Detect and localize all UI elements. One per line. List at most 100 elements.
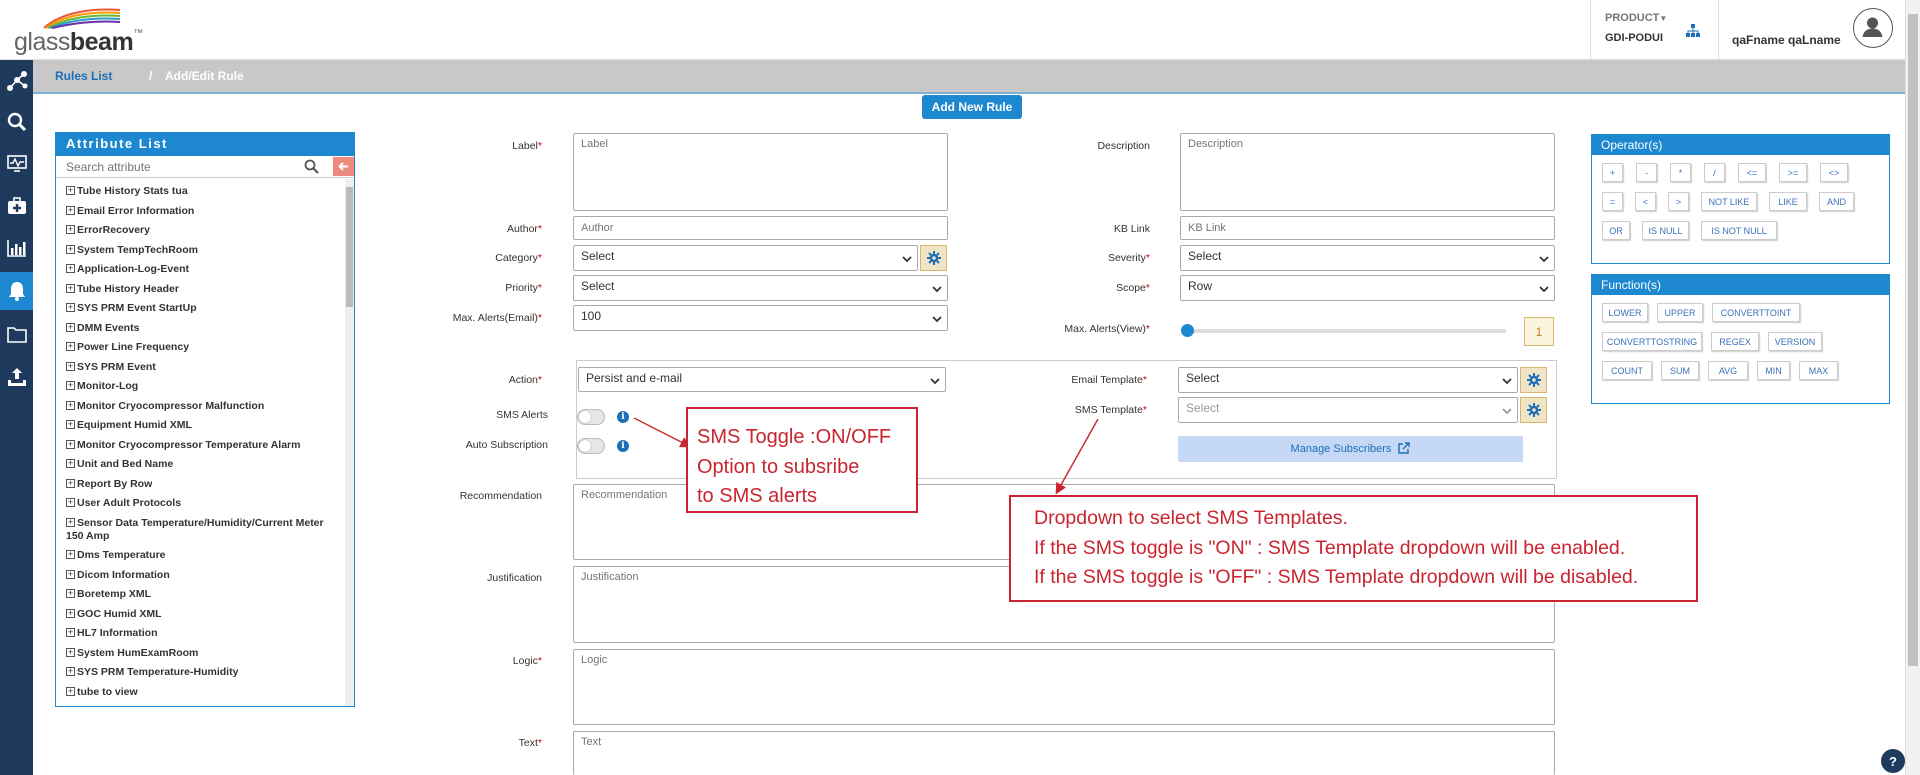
operator-button[interactable]: IS NULL <box>1642 221 1689 240</box>
attribute-list-item[interactable]: + GOC Humid XML <box>66 608 343 621</box>
expand-plus-icon[interactable]: + <box>66 459 75 468</box>
expand-plus-icon[interactable]: + <box>66 478 75 488</box>
expand-plus-icon[interactable]: + <box>66 550 75 559</box>
search-icon[interactable] <box>304 159 319 179</box>
text-textarea[interactable] <box>573 731 1555 775</box>
email-template-settings-gear-icon[interactable] <box>1520 367 1547 393</box>
expand-plus-icon[interactable]: + <box>66 439 75 449</box>
attribute-list-item[interactable]: + Sensor Data Temperature/Humidity/Curren… <box>66 517 343 543</box>
kb-link-input[interactable] <box>1180 216 1555 240</box>
expand-plus-icon[interactable]: + <box>66 420 75 429</box>
expand-plus-icon[interactable]: + <box>66 361 75 371</box>
operator-button[interactable]: OR <box>1602 221 1630 240</box>
operator-button[interactable]: <> <box>1820 163 1848 182</box>
function-button[interactable]: AVG <box>1708 361 1748 380</box>
logic-textarea[interactable] <box>573 649 1555 725</box>
attribute-list-item[interactable]: + tube to view <box>66 686 343 699</box>
attribute-list-item[interactable]: + SYS PRM Event <box>66 361 343 374</box>
operator-button[interactable]: - <box>1636 163 1657 182</box>
attribute-list-item[interactable]: + Power Line Frequency <box>66 341 343 354</box>
function-button[interactable]: VERSION <box>1768 332 1822 351</box>
operator-button[interactable]: NOT LIKE <box>1701 192 1757 211</box>
expand-plus-icon[interactable]: + <box>66 400 75 410</box>
expand-plus-icon[interactable]: + <box>66 303 75 312</box>
expand-plus-icon[interactable]: + <box>66 342 75 351</box>
operator-button[interactable]: / <box>1704 163 1725 182</box>
auto-subscription-info-icon[interactable]: i <box>617 440 629 452</box>
expand-plus-icon[interactable]: + <box>66 205 75 215</box>
attribute-list-item[interactable]: + Dicom Information <box>66 569 343 582</box>
function-button[interactable]: UPPER <box>1657 303 1703 322</box>
operator-button[interactable]: AND <box>1819 192 1854 211</box>
operator-button[interactable]: LIKE <box>1769 192 1807 211</box>
category-select[interactable]: Select <box>573 245 918 271</box>
sms-template-settings-gear-icon[interactable] <box>1520 397 1547 423</box>
attribute-list-item[interactable]: + Email Error Information <box>66 205 343 218</box>
bar-chart-icon[interactable] <box>0 229 33 267</box>
expand-plus-icon[interactable]: + <box>66 667 75 676</box>
network-icon[interactable] <box>0 62 33 100</box>
breadcrumb-rules-list-link[interactable]: Rules List <box>55 69 112 83</box>
attribute-list-item[interactable]: + Monitor Cryocompressor Malfunction <box>66 400 343 413</box>
operator-button[interactable]: <= <box>1738 163 1766 182</box>
attribute-search-input[interactable] <box>58 157 298 176</box>
attribute-list-item[interactable]: + Dms Temperature <box>66 549 343 562</box>
operator-button[interactable]: IS NOT NULL <box>1701 221 1777 240</box>
function-button[interactable]: CONVERTTOINT <box>1712 303 1800 322</box>
upload-icon[interactable] <box>0 358 33 396</box>
user-menu[interactable]: qaFname qaLname <box>1718 0 1905 60</box>
expand-plus-icon[interactable]: + <box>66 628 75 637</box>
attribute-list-item[interactable]: + SYS PRM Event StartUp <box>66 302 343 315</box>
expand-plus-icon[interactable]: + <box>66 569 75 579</box>
expand-plus-icon[interactable]: + <box>66 647 75 657</box>
sms-alerts-toggle[interactable] <box>577 409 605 425</box>
attribute-list-item[interactable]: + SYS PRM Temperature-Humidity <box>66 666 343 679</box>
scope-select[interactable]: Row <box>1180 275 1555 301</box>
add-new-rule-button[interactable]: Add New Rule <box>922 95 1022 119</box>
severity-select[interactable]: Select <box>1180 245 1555 271</box>
category-settings-gear-icon[interactable] <box>920 245 947 271</box>
function-button[interactable]: REGEX <box>1711 332 1759 351</box>
operator-button[interactable]: = <box>1602 192 1623 211</box>
attribute-list-item[interactable]: + Tube History Stats tua <box>66 185 343 198</box>
function-button[interactable]: CONVERTTOSTRING <box>1602 332 1702 351</box>
search-icon[interactable] <box>0 103 33 141</box>
attribute-list-item[interactable]: + Application-Log-Event <box>66 263 343 276</box>
email-template-select[interactable]: Select <box>1178 367 1518 393</box>
description-textarea[interactable] <box>1180 133 1555 211</box>
attribute-list-scrollbar[interactable] <box>345 179 354 706</box>
help-button[interactable]: ? <box>1881 749 1905 773</box>
function-button[interactable]: LOWER <box>1602 303 1648 322</box>
avatar[interactable] <box>1853 8 1893 48</box>
function-button[interactable]: MIN <box>1757 361 1790 380</box>
expand-plus-icon[interactable]: + <box>66 608 75 618</box>
function-button[interactable]: COUNT <box>1602 361 1652 380</box>
action-select[interactable]: Persist and e-mail <box>578 367 946 392</box>
attribute-list-item[interactable]: + System HumExamRoom <box>66 647 343 660</box>
attribute-list-item[interactable]: + User Adult Protocols <box>66 497 343 510</box>
expand-plus-icon[interactable]: + <box>66 686 75 696</box>
expand-plus-icon[interactable]: + <box>66 244 75 254</box>
bell-icon[interactable] <box>0 272 33 310</box>
expand-plus-icon[interactable]: + <box>66 517 75 527</box>
attribute-list-item[interactable]: + Report By Row <box>66 478 343 491</box>
author-input[interactable] <box>573 216 948 240</box>
hierarchy-icon[interactable] <box>1686 24 1700 42</box>
glassbeam-logo[interactable]: glassbeam™ <box>12 6 143 56</box>
function-button[interactable]: MAX <box>1799 361 1838 380</box>
collapse-arrow-icon[interactable] <box>333 157 354 176</box>
expand-plus-icon[interactable]: + <box>66 322 75 332</box>
operator-button[interactable]: < <box>1635 192 1656 211</box>
expand-plus-icon[interactable]: + <box>66 225 75 234</box>
auto-subscription-toggle[interactable] <box>577 438 605 454</box>
attribute-list-item[interactable]: + Tube History Header <box>66 283 343 296</box>
monitor-icon[interactable] <box>0 145 33 183</box>
sms-alerts-info-icon[interactable]: i <box>617 411 629 423</box>
operator-button[interactable]: * <box>1670 163 1691 182</box>
manage-subscribers-button[interactable]: Manage Subscribers <box>1178 436 1523 462</box>
priority-select[interactable]: Select <box>573 275 948 301</box>
attribute-list-item[interactable]: + Monitor-Log <box>66 380 343 393</box>
operator-button[interactable]: > <box>1668 192 1689 211</box>
expand-plus-icon[interactable]: + <box>66 186 75 195</box>
operator-button[interactable]: + <box>1602 163 1623 182</box>
